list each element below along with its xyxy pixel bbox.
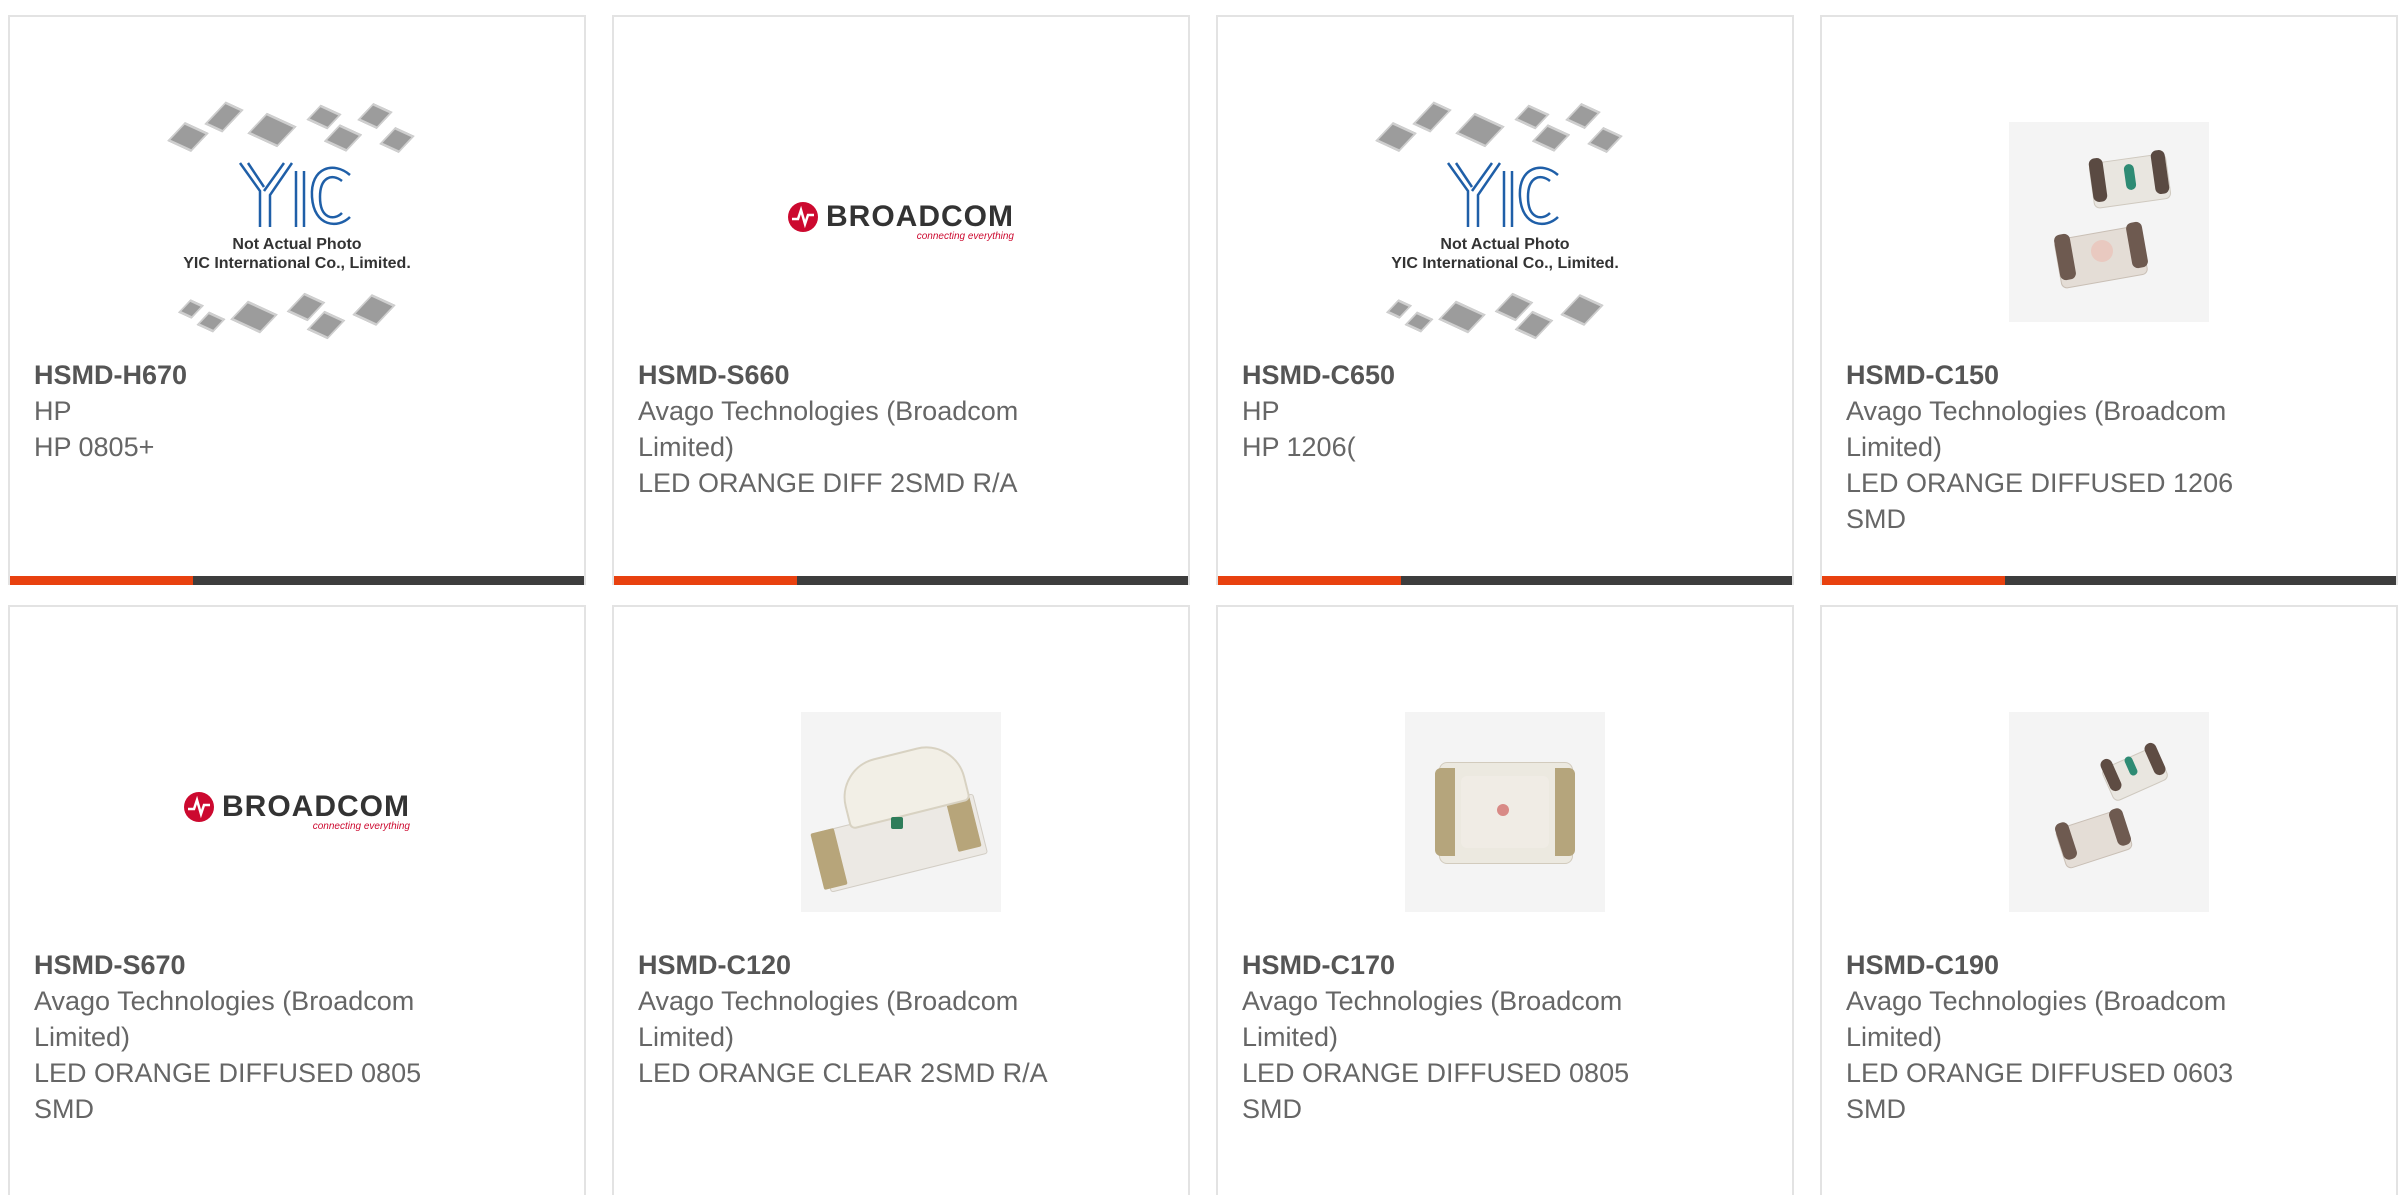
product-grid: Not Actual Photo YIC International Co., … bbox=[8, 15, 2400, 1195]
yic-placeholder-image: Not Actual Photo YIC International Co., … bbox=[152, 97, 442, 347]
yic-logo-icon bbox=[238, 162, 351, 227]
product-info: HSMD-C150 Avago Technologies (Broadcom L… bbox=[1846, 357, 2372, 537]
product-image[interactable] bbox=[1822, 677, 2396, 947]
placeholder-company: YIC International Co., Limited. bbox=[183, 255, 411, 272]
part-number[interactable]: HSMD-C170 bbox=[1242, 947, 1768, 983]
placeholder-caption: Not Actual Photo bbox=[1440, 236, 1570, 253]
manufacturer: Avago Technologies (Broadcom Limited) bbox=[638, 396, 1019, 462]
led-photo bbox=[2009, 122, 2209, 322]
card-accent-bar bbox=[614, 576, 797, 585]
led-photo bbox=[1405, 712, 1605, 912]
card-accent-bar bbox=[1822, 576, 2005, 585]
card-accent-bar bbox=[1218, 576, 1401, 585]
broadcom-logo: BROADCOM connecting everything bbox=[788, 202, 1014, 242]
product-info: HSMD-S660 Avago Technologies (Broadcom L… bbox=[638, 357, 1164, 501]
card-bottom-bar bbox=[1822, 576, 2396, 585]
manufacturer: Avago Technologies (Broadcom Limited) bbox=[1242, 986, 1623, 1052]
card-accent-bar bbox=[10, 576, 193, 585]
logo-wordmark: BROADCOM bbox=[222, 790, 410, 823]
product-image[interactable]: BROADCOM connecting everything bbox=[614, 87, 1188, 357]
part-number[interactable]: HSMD-H670 bbox=[34, 357, 560, 393]
description: LED ORANGE DIFFUSED 0805 SMD bbox=[34, 1058, 422, 1124]
product-card[interactable]: HSMD-C150 Avago Technologies (Broadcom L… bbox=[1820, 15, 2398, 585]
product-image[interactable]: Not Actual Photo YIC International Co., … bbox=[1218, 87, 1792, 357]
part-number[interactable]: HSMD-C190 bbox=[1846, 947, 2372, 983]
manufacturer: Avago Technologies (Broadcom Limited) bbox=[1846, 986, 2227, 1052]
product-info: HSMD-C120 Avago Technologies (Broadcom L… bbox=[638, 947, 1164, 1091]
product-info: HSMD-S670 Avago Technologies (Broadcom L… bbox=[34, 947, 560, 1127]
product-info: HSMD-C170 Avago Technologies (Broadcom L… bbox=[1242, 947, 1768, 1127]
manufacturer: HP bbox=[1242, 396, 1280, 426]
description: LED ORANGE CLEAR 2SMD R/A bbox=[638, 1058, 1048, 1088]
placeholder-company: YIC International Co., Limited. bbox=[1391, 255, 1619, 272]
product-card[interactable]: HSMD-C120 Avago Technologies (Broadcom L… bbox=[612, 605, 1190, 1195]
yic-placeholder-image: Not Actual Photo YIC International Co., … bbox=[1360, 97, 1650, 347]
led-photo bbox=[2009, 712, 2209, 912]
manufacturer: HP bbox=[34, 396, 72, 426]
part-number[interactable]: HSMD-C150 bbox=[1846, 357, 2372, 393]
part-number[interactable]: HSMD-C120 bbox=[638, 947, 1164, 983]
manufacturer: Avago Technologies (Broadcom Limited) bbox=[638, 986, 1019, 1052]
description: HP 0805+ bbox=[34, 432, 155, 462]
product-card[interactable]: BROADCOM connecting everything HSMD-S670… bbox=[8, 605, 586, 1195]
description: LED ORANGE DIFF 2SMD R/A bbox=[638, 468, 1018, 498]
placeholder-caption: Not Actual Photo bbox=[232, 236, 362, 253]
part-number[interactable]: HSMD-S670 bbox=[34, 947, 560, 983]
product-card[interactable]: Not Actual Photo YIC International Co., … bbox=[1216, 15, 1794, 585]
part-number[interactable]: HSMD-C650 bbox=[1242, 357, 1768, 393]
product-image[interactable] bbox=[614, 677, 1188, 947]
part-number[interactable]: HSMD-S660 bbox=[638, 357, 1164, 393]
product-card[interactable]: HSMD-C170 Avago Technologies (Broadcom L… bbox=[1216, 605, 1794, 1195]
broadcom-logo: BROADCOM connecting everything bbox=[184, 792, 410, 832]
product-card[interactable]: Not Actual Photo YIC International Co., … bbox=[8, 15, 586, 585]
logo-wordmark: BROADCOM bbox=[826, 200, 1014, 233]
description: LED ORANGE DIFFUSED 0805 SMD bbox=[1242, 1058, 1630, 1124]
product-image[interactable] bbox=[1218, 677, 1792, 947]
card-bottom-bar bbox=[1218, 576, 1792, 585]
manufacturer: Avago Technologies (Broadcom Limited) bbox=[1846, 396, 2227, 462]
manufacturer: Avago Technologies (Broadcom Limited) bbox=[34, 986, 415, 1052]
card-bottom-bar bbox=[614, 576, 1188, 585]
product-card[interactable]: HSMD-C190 Avago Technologies (Broadcom L… bbox=[1820, 605, 2398, 1195]
broadcom-mark-icon bbox=[788, 202, 818, 232]
led-photo bbox=[801, 712, 1001, 912]
product-info: HSMD-H670 HP HP 0805+ bbox=[34, 357, 560, 465]
product-image[interactable] bbox=[1822, 87, 2396, 357]
yic-logo-icon bbox=[1446, 162, 1559, 227]
product-image[interactable]: BROADCOM connecting everything bbox=[10, 677, 584, 947]
card-bottom-bar bbox=[10, 576, 584, 585]
description: HP 1206( bbox=[1242, 432, 1356, 462]
description: LED ORANGE DIFFUSED 0603 SMD bbox=[1846, 1058, 2234, 1124]
product-info: HSMD-C190 Avago Technologies (Broadcom L… bbox=[1846, 947, 2372, 1127]
product-info: HSMD-C650 HP HP 1206( bbox=[1242, 357, 1768, 465]
product-image[interactable]: Not Actual Photo YIC International Co., … bbox=[10, 87, 584, 357]
product-card[interactable]: BROADCOM connecting everything HSMD-S660… bbox=[612, 15, 1190, 585]
logo-tagline: connecting everything bbox=[312, 821, 410, 832]
broadcom-mark-icon bbox=[184, 792, 214, 822]
description: LED ORANGE DIFFUSED 1206 SMD bbox=[1846, 468, 2234, 534]
logo-tagline: connecting everything bbox=[916, 231, 1014, 242]
